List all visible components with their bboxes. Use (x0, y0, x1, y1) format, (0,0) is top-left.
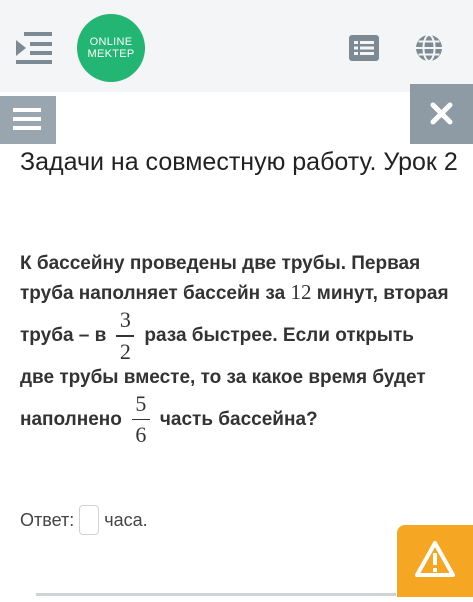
fraction-denominator: 2 (119, 338, 131, 364)
warning-icon (415, 541, 455, 577)
fraction-numerator: 3 (119, 307, 131, 332)
logo-line-2: MEKTEP (87, 48, 135, 60)
fraction-speed-ratio: 32 (116, 307, 135, 364)
list-icon[interactable] (349, 35, 379, 61)
top-bar: ONLINE MEKTEP (0, 0, 473, 92)
hamburger-icon (13, 108, 41, 130)
page-title: Задачи на совместную работу. Урок 2 (20, 148, 458, 176)
logo-line-1: ONLINE (89, 36, 133, 48)
fraction-bar (116, 335, 135, 337)
scrollbar[interactable] (36, 593, 396, 596)
answer-input[interactable] (79, 505, 100, 535)
menu-toggle-icon[interactable] (14, 30, 54, 66)
problem-text-4: часть бассейна? (159, 408, 318, 430)
problem-number-minutes: 12 (290, 280, 312, 304)
answer-row: Ответ: часа. (20, 505, 148, 535)
answer-unit: часа. (104, 509, 148, 530)
problem-statement: К бассейну проведены две трубы. Первая т… (20, 250, 450, 447)
globe-icon[interactable] (414, 33, 444, 63)
report-problem-button[interactable] (397, 525, 473, 597)
fraction-numerator: 5 (135, 390, 147, 416)
close-icon (430, 102, 453, 125)
fraction-bar (131, 418, 150, 420)
fraction-pool-part: 56 (131, 390, 150, 448)
close-button[interactable] (410, 84, 473, 144)
online-mektep-logo[interactable]: ONLINE MEKTEP (77, 14, 145, 82)
answer-label: Ответ: (20, 509, 75, 530)
side-menu-button[interactable] (0, 96, 56, 144)
fraction-denominator: 6 (135, 422, 147, 447)
